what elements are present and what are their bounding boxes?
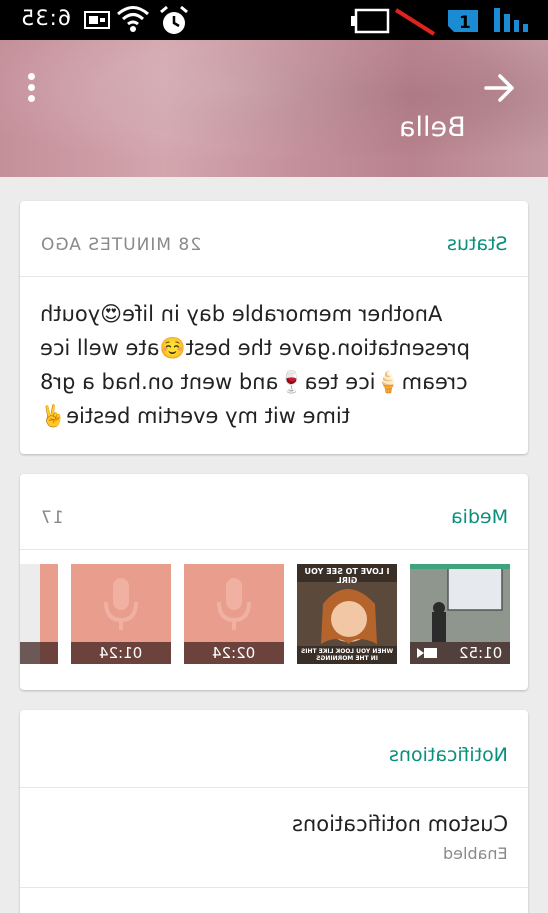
back-arrow-icon[interactable] [482, 70, 518, 106]
custom-notifications-label-text: Custom notifications [291, 812, 508, 836]
svg-text:1: 1 [459, 13, 471, 33]
microphone-icon [104, 578, 138, 630]
status-time-ago-text: 28 MINUTES AGO [40, 235, 202, 255]
usb-icon [84, 11, 110, 29]
media-title-text: Media [450, 506, 508, 528]
media-count: 17 [40, 508, 64, 528]
microphone-icon [217, 578, 251, 630]
header-background-image [0, 40, 548, 177]
custom-notifications-label: Custom notifications [292, 812, 508, 836]
wifi-icon [117, 6, 149, 32]
custom-notifications-value-text: Enabled [443, 844, 508, 863]
media-card-header[interactable]: Media 17 [20, 474, 528, 550]
status-card-header: Status 28 MINUTES AGO [20, 201, 528, 277]
sim-icon: 1 [448, 10, 478, 33]
meme-top-caption: I LOVE TO SEE YOU GIRL [304, 567, 390, 585]
meme-bottom-caption: WHEN YOU LOOK LIKE THIS IN THE MORNINGS [300, 648, 394, 662]
status-card: Status 28 MINUTES AGO Another memorable … [20, 201, 528, 454]
media-duration: 02:24 [184, 642, 284, 664]
signal-icon [494, 8, 528, 32]
notifications-card-header: Notifications [20, 710, 528, 788]
media-strip[interactable]: 01:52 I LOVE TO SEE YOU GIRL WHEN YOU LO… [20, 564, 528, 664]
media-audio-thumb[interactable]: 02:24 [184, 564, 284, 664]
media-duration [20, 642, 58, 664]
media-card: Media 17 01:52 I LOVE TO SEE YOU GIRL WH… [20, 474, 528, 690]
status-title-text: Status [447, 233, 508, 255]
battery-icon [351, 8, 436, 36]
media-duration: 01:24 [71, 642, 171, 664]
status-bar: 6:35 1 [0, 0, 548, 40]
media-duration-text: 02:24 [212, 644, 256, 662]
overflow-menu-button[interactable] [18, 70, 44, 110]
clock-text: 6:35 [20, 6, 72, 30]
menu-dot [27, 73, 35, 80]
media-title: Media [451, 506, 508, 528]
contact-name: Bella [399, 112, 466, 143]
status-title: Status [447, 233, 508, 255]
menu-dot [27, 95, 35, 102]
media-count-text: 17 [40, 508, 64, 528]
notifications-title-text: Notifications [389, 744, 508, 766]
notifications-card: Notifications Custom notifications Enabl… [20, 710, 528, 913]
contact-header: Bella [0, 40, 548, 177]
menu-dot [27, 84, 35, 91]
video-camera-icon [417, 648, 437, 658]
media-duration-text: 01:24 [99, 644, 143, 662]
status-time-ago: 28 MINUTES AGO [40, 235, 201, 255]
alarm-icon [160, 5, 188, 34]
notifications-title: Notifications [389, 744, 508, 766]
media-duration-text: 01:52 [458, 644, 502, 662]
custom-notifications-value: Enabled [443, 844, 508, 863]
media-audio-thumb[interactable]: 01:24 [71, 564, 171, 664]
custom-notifications-row[interactable]: Custom notifications Enabled [20, 788, 528, 888]
media-image-thumb[interactable]: I LOVE TO SEE YOU GIRL WHEN YOU LOOK LIK… [297, 564, 397, 664]
media-audio-thumb[interactable] [20, 564, 58, 664]
clock: 6:35 [20, 6, 71, 30]
status-message: Another memorable day in life😍youth pres… [40, 302, 470, 428]
media-video-thumb[interactable]: 01:52 [410, 564, 510, 664]
